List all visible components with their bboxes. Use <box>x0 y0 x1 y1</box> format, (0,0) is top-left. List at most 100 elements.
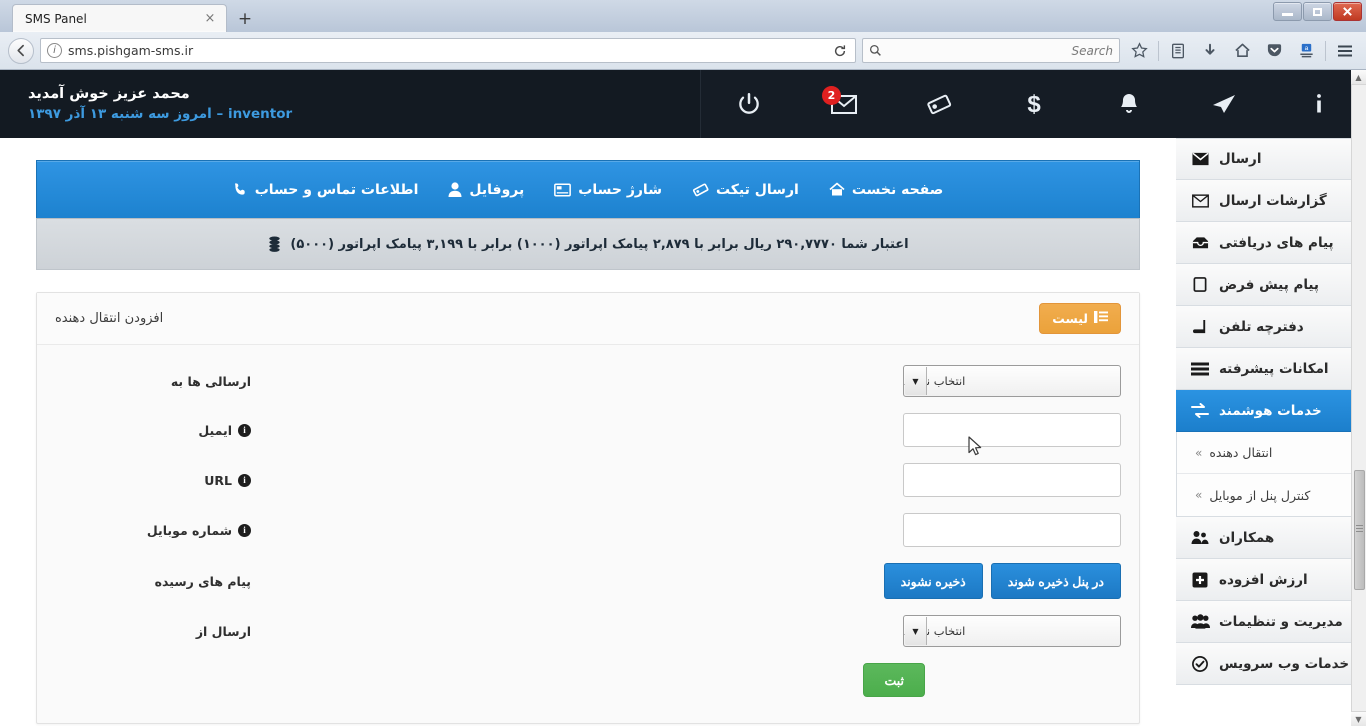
restore-button[interactable] <box>1303 2 1332 21</box>
mail-badge: 2 <box>822 86 841 105</box>
save-in-panel-button[interactable]: در پنل ذخیره شوند <box>990 563 1121 599</box>
nav-item-label: شارژ حساب <box>578 181 662 198</box>
credit-text: اعتبار شما ۲۹۰,۷۷۷۰ ریال برابر با ۲,۸۷۹ … <box>290 236 909 252</box>
label-text: شماره موبایل <box>146 522 232 538</box>
sidebar-item-daftarche[interactable]: دفترچه تلفن <box>1176 306 1366 348</box>
library-icon[interactable] <box>1165 38 1191 64</box>
user-icon <box>448 182 462 197</box>
mail-icon[interactable]: 2 <box>796 70 891 138</box>
mail-filled-icon <box>1190 152 1210 166</box>
toolbar-separator-2 <box>1325 40 1326 61</box>
form-row-received: پیام های رسیده ذخیره نشوند در پنل ذخیره … <box>55 563 1121 599</box>
nav-item-label: ارسال تیکت <box>715 181 799 198</box>
search-icon <box>869 44 881 56</box>
users-icon <box>1190 614 1210 629</box>
new-tab-button[interactable]: + <box>231 6 259 32</box>
scrollbar-grip <box>1356 525 1363 532</box>
window-controls <box>1273 2 1362 21</box>
sidebar-item-label: خدمات وب سرویس <box>1219 655 1350 672</box>
home-icon[interactable] <box>1229 38 1255 64</box>
sidebar-subitem-enteghal-dahande[interactable]: » انتقال دهنده <box>1177 432 1362 474</box>
sidebar-subitem-mobile-panel[interactable]: » کنترل پنل از موبایل <box>1177 474 1362 516</box>
page-viewport: 2 $ محمد عزیز خوش آمدید inventor – امروز… <box>0 70 1366 726</box>
browser-toolbar: i sms.pishgam-sms.ir Search a <box>0 32 1366 70</box>
nav-item-label: اطلاعات تماس و حساب <box>254 181 419 198</box>
sidebar-item-khadamat-hooshmand[interactable]: خدمات هوشمند <box>1176 390 1366 432</box>
chevron-down-icon[interactable]: ▼ <box>905 617 927 645</box>
mobile-field[interactable] <box>903 513 1121 547</box>
form-row-sendto: ارسالی ها به انتخاب نمایید ▼ <box>55 365 1121 397</box>
layers-icon <box>1190 362 1210 376</box>
welcome-block: محمد عزیز خوش آمدید inventor – امروز سه … <box>0 84 292 124</box>
nav-item-charge[interactable]: شارژ حساب <box>554 182 662 198</box>
sidebar-item-label: پیام پیش فرض <box>1219 276 1320 293</box>
nav-item-ticket[interactable]: ارسال تیکت <box>692 182 799 198</box>
header-icon-strip: 2 $ <box>700 70 1366 138</box>
nav-item-contact[interactable]: اطلاعات تماس و حساب <box>233 181 419 198</box>
back-button[interactable] <box>8 37 34 64</box>
page-body: ارسال گزارشات ارسال پیام های دریافتی پیا… <box>0 138 1366 726</box>
svg-text:$: $ <box>1027 91 1041 118</box>
form-row-sendfrom: ارسال از انتخاب نمایید ▼ <box>55 615 1121 647</box>
main-navigation: صفحه نخست ارسال تیکت شارژ حساب پروفایل ا… <box>36 160 1140 218</box>
search-placeholder: Search <box>1071 43 1114 58</box>
url-field[interactable] <box>903 463 1121 497</box>
sidebar-item-pishfarz[interactable]: پیام پیش فرض <box>1176 264 1366 306</box>
phone-icon <box>233 182 248 197</box>
bell-icon[interactable] <box>1081 70 1176 138</box>
panel-header: افزودن انتقال دهنده لیست <box>37 293 1139 345</box>
label-sendto: ارسالی ها به <box>55 374 251 389</box>
form-row-url: URL i <box>55 463 1121 497</box>
sidebar-item-emkanat[interactable]: امکانات پیشرفته <box>1176 348 1366 390</box>
scroll-down-arrow[interactable]: ▼ <box>1351 711 1366 726</box>
browser-tab[interactable]: SMS Panel × <box>12 4 227 32</box>
email-field[interactable] <box>903 413 1121 447</box>
site-identity-icon[interactable]: i <box>47 43 62 58</box>
bookmark-star-icon[interactable] <box>1126 38 1152 64</box>
close-window-button[interactable] <box>1333 2 1362 21</box>
welcome-name: محمد عزیز خوش آمدید <box>28 86 190 102</box>
info-icon[interactable]: i <box>238 523 251 537</box>
sidebar-item-daryafti[interactable]: پیام های دریافتی <box>1176 222 1366 264</box>
nav-item-home[interactable]: صفحه نخست <box>829 182 943 198</box>
submit-button[interactable]: ثبت <box>863 663 925 697</box>
label-text: پیام های رسیده <box>154 573 251 589</box>
page-scrollbar[interactable]: ▲ ▼ <box>1351 70 1366 726</box>
minimize-button[interactable] <box>1273 2 1302 21</box>
search-bar[interactable]: Search <box>862 38 1120 63</box>
do-not-save-button[interactable]: ذخیره نشوند <box>883 563 983 599</box>
hamburger-menu-icon[interactable] <box>1332 38 1358 64</box>
power-icon[interactable] <box>701 70 796 138</box>
sidebar-item-modiriat[interactable]: مدیریت و تنظیمات <box>1176 601 1366 643</box>
sidebar-item-gozareshat[interactable]: گزارشات ارسال <box>1176 180 1366 222</box>
sidebar-item-arzesh-afzoode[interactable]: ارزش افزوده <box>1176 559 1366 601</box>
chevron-right-icon: » <box>1195 445 1203 460</box>
reload-icon[interactable] <box>829 40 851 62</box>
info-icon[interactable]: i <box>238 473 251 487</box>
page-title: افزودن انتقال دهنده <box>55 311 164 326</box>
label-text: ارسال از <box>195 623 251 639</box>
close-icon[interactable]: × <box>202 11 218 27</box>
label-text: ایمیل <box>198 422 232 438</box>
sidebar-item-webservice[interactable]: خدمات وب سرویس <box>1176 643 1366 685</box>
sidebar-item-label: گزارشات ارسال <box>1219 192 1327 209</box>
scroll-up-arrow[interactable]: ▲ <box>1351 70 1366 85</box>
nav-item-profile[interactable]: پروفایل <box>448 182 524 198</box>
address-bar[interactable]: i sms.pishgam-sms.ir <box>40 38 856 63</box>
site-header: 2 $ محمد عزیز خوش آمدید inventor – امروز… <box>0 70 1366 138</box>
form-panel: افزودن انتقال دهنده لیست ارسالی ها به ان… <box>36 292 1140 724</box>
pocket-icon[interactable] <box>1261 38 1287 64</box>
dollar-icon[interactable]: $ <box>986 70 1081 138</box>
chevron-down-icon[interactable]: ▼ <box>905 367 927 395</box>
sidebar-item-hamkaran[interactable]: همکاران <box>1176 517 1366 559</box>
list-button[interactable]: لیست <box>1039 303 1121 334</box>
sendfrom-select[interactable]: انتخاب نمایید ▼ <box>903 615 1121 647</box>
sidebar-item-ersal[interactable]: ارسال <box>1176 138 1366 180</box>
ticket-icon[interactable] <box>891 70 986 138</box>
check-circle-icon <box>1190 655 1210 672</box>
account-icon[interactable]: a <box>1293 38 1319 64</box>
sendto-select[interactable]: انتخاب نمایید ▼ <box>903 365 1121 397</box>
downloads-icon[interactable] <box>1197 38 1223 64</box>
info-icon[interactable]: i <box>238 423 251 437</box>
send-plane-icon[interactable] <box>1176 70 1271 138</box>
